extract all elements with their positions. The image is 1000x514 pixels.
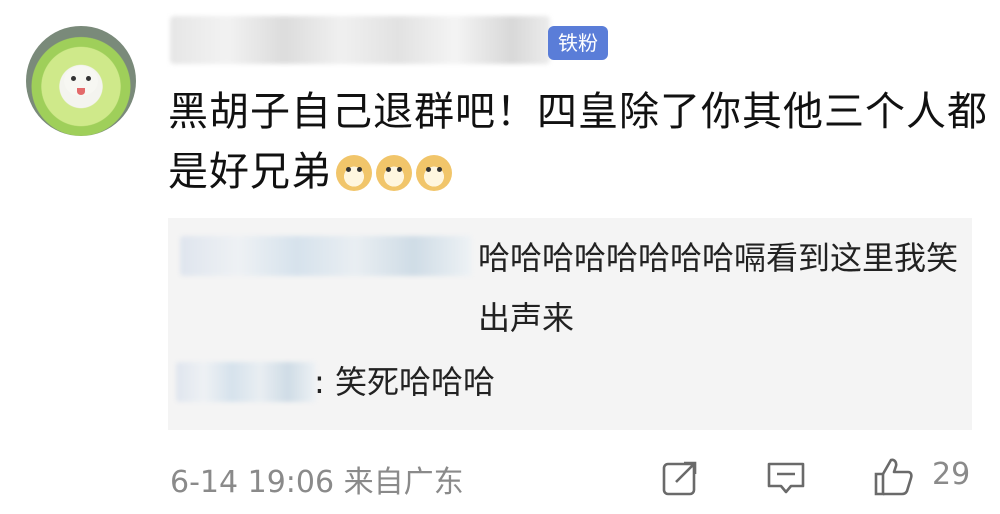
reply-text: 哈哈哈哈哈哈哈哈嗝看到这里我笑出声来 [478,228,958,348]
reply-username-redacted[interactable] [176,362,316,402]
avatar-eye [86,76,91,81]
reply-preview-box[interactable]: 哈哈哈哈哈哈哈哈嗝看到这里我笑出声来 : 笑死哈哈哈 [168,218,972,430]
avatar-eye [71,76,76,81]
thumbs-up-icon[interactable] [870,454,916,500]
reply-text: : 笑死哈哈哈 [314,352,495,412]
doge-emoji [376,155,412,191]
user-avatar[interactable] [26,26,136,136]
comment-timestamp: 6-14 19:06 来自广东 [170,465,464,500]
doge-emoji [336,155,372,191]
reply-text-body: : 笑死哈哈哈 [314,363,495,401]
comment-body: 黑胡子自己退群吧！四皇除了你其他三个人都是好兄弟 [168,89,988,195]
comment-text: 黑胡子自己退群吧！四皇除了你其他三个人都是好兄弟 [168,82,988,202]
comment-icon[interactable] [765,458,807,498]
fan-badge: 铁粉 [548,26,608,60]
doge-emoji [416,155,452,191]
like-count: 29 [932,457,971,492]
reply-text-body: 哈哈哈哈哈哈哈哈嗝看到这里我笑出声来 [478,239,959,337]
reply-username-redacted[interactable] [180,236,472,276]
share-icon[interactable] [660,458,700,498]
avatar-tongue [77,88,85,95]
username-redacted[interactable] [170,16,550,64]
